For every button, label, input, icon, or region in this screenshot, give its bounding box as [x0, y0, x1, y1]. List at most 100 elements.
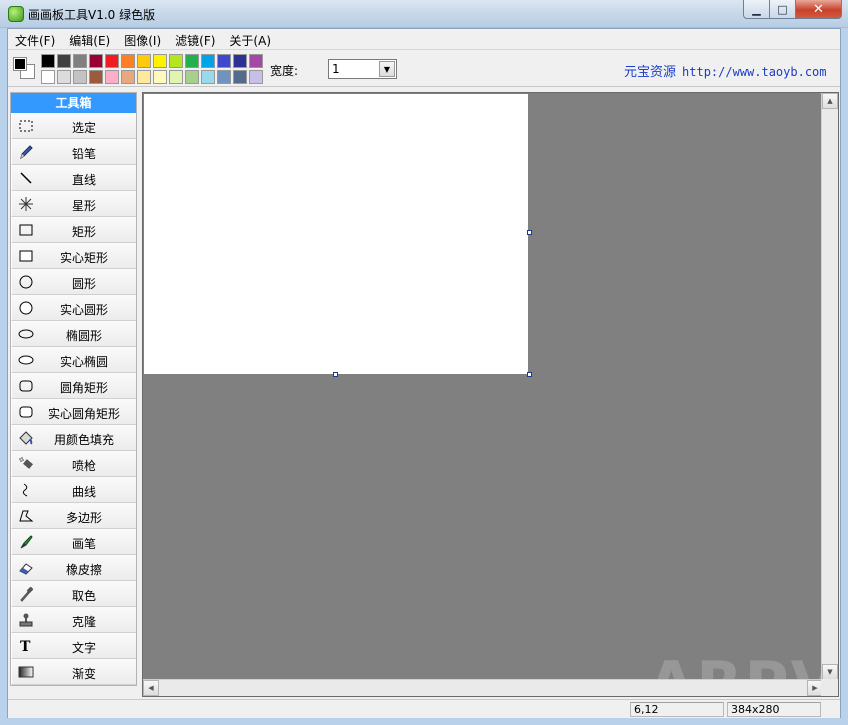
color-swatch[interactable] — [153, 54, 167, 68]
scrollbar-corner — [821, 679, 838, 696]
scroll-left-button[interactable]: ◀ — [143, 680, 159, 696]
color-swatch[interactable] — [137, 54, 151, 68]
minimize-button[interactable]: ▁ — [743, 0, 770, 19]
tool-button[interactable]: T 文字 — [11, 633, 136, 659]
resize-handle-right[interactable] — [527, 230, 532, 235]
menu-file[interactable]: 文件(F) — [8, 29, 62, 49]
tool-button[interactable]: 选定 — [11, 113, 136, 139]
tool-button[interactable]: 圆形 — [11, 269, 136, 295]
tool-button[interactable]: 曲线 — [11, 477, 136, 503]
width-label: 宽度: — [270, 64, 299, 78]
tool-button[interactable]: 实心圆角矩形 — [11, 399, 136, 425]
menu-filter[interactable]: 滤镜(F) — [168, 29, 222, 49]
resize-handle-bottom[interactable] — [333, 372, 338, 377]
tool-button[interactable]: 直线 — [11, 165, 136, 191]
circle-icon — [18, 274, 34, 290]
foreground-color-swatch[interactable] — [13, 57, 27, 71]
menu-bar: 文件(F) 编辑(E) 图像(I) 滤镜(F) 关于(A) — [8, 29, 840, 49]
vertical-scrollbar[interactable]: ▲ ▼ — [821, 93, 838, 680]
scroll-down-button[interactable]: ▼ — [822, 664, 838, 680]
color-swatch[interactable] — [57, 54, 71, 68]
menu-edit[interactable]: 编辑(E) — [62, 29, 117, 49]
color-swatch[interactable] — [41, 70, 55, 84]
tool-label: 克隆 — [71, 615, 96, 629]
color-swatch[interactable] — [121, 54, 135, 68]
color-swatch[interactable] — [89, 70, 103, 84]
menu-image[interactable]: 图像(I) — [117, 29, 168, 49]
color-swatch[interactable] — [201, 70, 215, 84]
tool-button[interactable]: 矩形 — [11, 217, 136, 243]
tool-button[interactable]: 喷枪 — [11, 451, 136, 477]
width-select-value: 1 — [332, 62, 340, 76]
fg-bg-color-indicator[interactable] — [12, 56, 38, 82]
tool-label: 星形 — [71, 199, 96, 213]
color-swatch[interactable] — [185, 54, 199, 68]
close-button[interactable]: ✕ — [796, 0, 842, 19]
window-client: 文件(F) 编辑(E) 图像(I) 滤镜(F) 关于(A) 宽度: 1 ▼ 元宝… — [7, 28, 841, 718]
color-swatch[interactable] — [217, 70, 231, 84]
color-swatch[interactable] — [73, 54, 87, 68]
pencil-icon — [18, 144, 34, 160]
color-swatch[interactable] — [57, 70, 71, 84]
color-swatch[interactable] — [217, 54, 231, 68]
tool-button[interactable]: 铅笔 — [11, 139, 136, 165]
maximize-button[interactable]: □ — [770, 0, 796, 19]
color-swatch[interactable] — [89, 54, 103, 68]
width-select[interactable]: 1 ▼ — [328, 59, 397, 79]
airbrush-icon — [18, 456, 34, 472]
app-icon — [8, 6, 24, 22]
tool-button[interactable]: 星形 — [11, 191, 136, 217]
tool-label: 文字 — [71, 641, 96, 655]
color-swatch[interactable] — [249, 54, 263, 68]
tool-button[interactable]: 用颜色填充 — [11, 425, 136, 451]
brand-link[interactable]: 元宝资源 http://www.taoyb.com — [624, 61, 827, 80]
tool-label: 实心矩形 — [59, 251, 108, 265]
tool-button[interactable]: 取色 — [11, 581, 136, 607]
filled-rounded-rectangle-icon — [18, 404, 34, 420]
eraser-icon — [18, 560, 34, 576]
drawing-canvas[interactable] — [144, 94, 528, 374]
image-size: 384x280 — [727, 702, 821, 717]
resize-handle-corner[interactable] — [527, 372, 532, 377]
tool-label: 实心圆角矩形 — [47, 407, 120, 421]
ellipse-icon — [18, 326, 34, 342]
window-controls: ▁ □ ✕ — [743, 0, 842, 19]
color-swatch[interactable] — [105, 70, 119, 84]
tool-button[interactable]: 实心矩形 — [11, 243, 136, 269]
tool-button[interactable]: 画笔 — [11, 529, 136, 555]
scroll-up-button[interactable]: ▲ — [822, 93, 838, 109]
color-swatch[interactable] — [121, 70, 135, 84]
tool-button[interactable]: 实心椭圆 — [11, 347, 136, 373]
menu-divider — [8, 49, 840, 50]
color-swatch[interactable] — [201, 54, 215, 68]
color-swatch[interactable] — [73, 70, 87, 84]
horizontal-scrollbar[interactable]: ◀ ▶ — [143, 679, 823, 696]
tool-label: 取色 — [71, 589, 96, 603]
tool-label: 多边形 — [65, 511, 102, 525]
tool-button[interactable]: 橡皮擦 — [11, 555, 136, 581]
menu-about[interactable]: 关于(A) — [222, 29, 278, 49]
chevron-down-icon[interactable]: ▼ — [379, 61, 395, 77]
status-bar: 6,12 384x280 — [8, 699, 840, 718]
rounded-rectangle-icon — [18, 378, 34, 394]
color-swatch[interactable] — [185, 70, 199, 84]
color-swatch[interactable] — [169, 54, 183, 68]
filled-circle-icon — [18, 300, 34, 316]
color-swatch[interactable] — [169, 70, 183, 84]
color-swatch[interactable] — [137, 70, 151, 84]
tool-label: 画笔 — [71, 537, 96, 551]
tool-button[interactable]: 圆角矩形 — [11, 373, 136, 399]
tool-button[interactable]: 实心圆形 — [11, 295, 136, 321]
brand-url[interactable]: http://www.taoyb.com — [682, 65, 827, 79]
color-swatch[interactable] — [153, 70, 167, 84]
tool-button[interactable]: 椭圆形 — [11, 321, 136, 347]
color-swatch[interactable] — [249, 70, 263, 84]
color-swatch[interactable] — [233, 70, 247, 84]
color-swatch[interactable] — [105, 54, 119, 68]
tool-button[interactable]: 渐变 — [11, 659, 136, 685]
color-swatch[interactable] — [41, 54, 55, 68]
tool-button[interactable]: 克隆 — [11, 607, 136, 633]
canvas-workspace[interactable]: ARPVIN ▲ ▼ ◀ ▶ — [142, 92, 839, 697]
tool-button[interactable]: 多边形 — [11, 503, 136, 529]
color-swatch[interactable] — [233, 54, 247, 68]
